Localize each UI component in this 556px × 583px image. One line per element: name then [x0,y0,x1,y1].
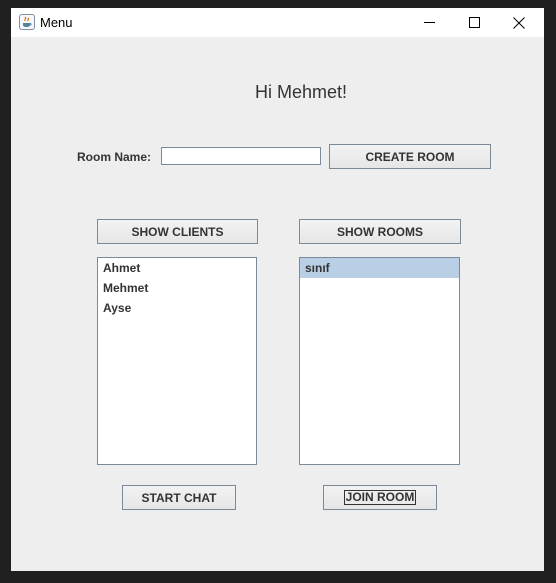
list-item[interactable]: Ahmet [98,258,256,278]
desktop-background: Menu Hi Mehmet! Room Name: CREATE ROOM S… [0,0,556,583]
create-room-button[interactable]: CREATE ROOM [329,144,491,169]
close-button[interactable] [496,8,542,37]
join-room-label: JOIN ROOM [343,490,417,505]
minimize-button[interactable] [406,8,452,37]
list-item[interactable]: Ayse [98,298,256,318]
room-name-input[interactable] [161,147,321,165]
maximize-button[interactable] [451,8,497,37]
window-title: Menu [40,15,73,30]
maximize-icon [468,17,480,28]
room-name-label: Room Name: [77,150,152,164]
content-pane: Hi Mehmet! Room Name: CREATE ROOM SHOW C… [11,37,544,571]
list-item[interactable]: sınıf [300,258,459,278]
show-rooms-button[interactable]: SHOW ROOMS [299,219,461,244]
java-app-icon [19,14,35,30]
close-icon [513,16,525,29]
clients-list[interactable]: Ahmet Mehmet Ayse [97,257,257,465]
rooms-list[interactable]: sınıf [299,257,460,465]
menu-window: Menu Hi Mehmet! Room Name: CREATE ROOM S… [11,8,544,571]
show-clients-button[interactable]: SHOW CLIENTS [97,219,258,244]
title-bar[interactable]: Menu [11,8,544,37]
minimize-icon [423,17,435,28]
list-item[interactable]: Mehmet [98,278,256,298]
join-room-button[interactable]: JOIN ROOM [323,485,437,510]
greeting-label: Hi Mehmet! [255,82,348,102]
start-chat-button[interactable]: START CHAT [122,485,236,510]
